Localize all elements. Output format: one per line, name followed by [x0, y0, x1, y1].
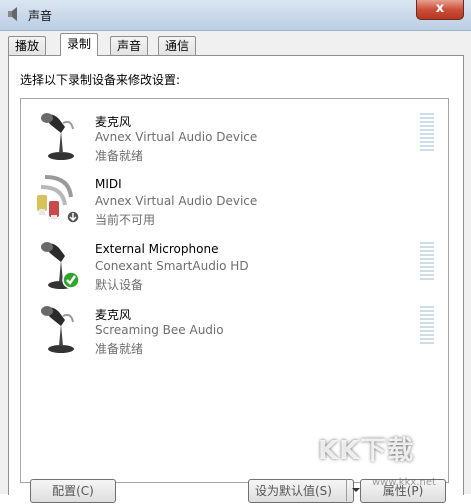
- set-default-button[interactable]: 设为默认值(S): [248, 479, 354, 503]
- window-title: 声音: [28, 9, 53, 23]
- close-button[interactable]: x: [416, 0, 464, 20]
- device-driver: Screaming Bee Audio: [95, 323, 224, 337]
- level-meter: [420, 113, 434, 153]
- microphone-default-icon: [41, 242, 80, 289]
- device-name: 麦克风: [95, 115, 132, 129]
- device-status: 准备就绪: [95, 149, 144, 163]
- dialog-body: 播放 录制 声音 通信 选择以下录制设备来修改设置: 麦克风 Avnex Vir…: [0, 31, 471, 495]
- device-row[interactable]: External Microphone Conexant SmartAudio …: [21, 236, 448, 298]
- level-meter: [420, 306, 434, 346]
- device-status: 默认设备: [95, 278, 144, 292]
- device-name: External Microphone: [95, 242, 219, 256]
- watermark-url: www.kkx.net: [372, 477, 436, 488]
- rca-cable-icon: [37, 175, 80, 224]
- device-row[interactable]: 麦克风 Avnex Virtual Audio Device 准备就绪: [21, 107, 448, 169]
- device-status: 准备就绪: [95, 342, 144, 356]
- device-driver: Conexant SmartAudio HD: [95, 259, 249, 273]
- configure-button[interactable]: 配置(C): [30, 479, 116, 503]
- tab-communications[interactable]: 通信: [158, 36, 197, 55]
- device-name: 麦克风: [95, 308, 132, 322]
- tab-recording[interactable]: 录制: [60, 33, 99, 56]
- title-bar: 声音 x: [0, 0, 471, 31]
- microphone-icon: [41, 113, 74, 160]
- speaker-icon: [8, 7, 17, 21]
- microphone-icon: [41, 306, 74, 353]
- device-row[interactable]: 麦克风 Screaming Bee Audio 准备就绪: [21, 300, 448, 362]
- tab-sounds[interactable]: 声音: [110, 36, 149, 55]
- device-driver: Avnex Virtual Audio Device: [95, 130, 258, 144]
- tab-playback[interactable]: 播放: [8, 36, 47, 55]
- level-meter: [420, 242, 434, 282]
- device-name: MIDI: [95, 177, 122, 191]
- watermark-logo: KK下载: [318, 436, 415, 466]
- device-status: 当前不可用: [95, 213, 156, 227]
- device-row[interactable]: MIDI Avnex Virtual Audio Device 当前不可用: [21, 171, 448, 233]
- instruction-text: 选择以下录制设备来修改设置:: [20, 73, 181, 87]
- recording-device-list[interactable]: 麦克风 Avnex Virtual Audio Device 准备就绪 MIDI…: [20, 98, 449, 483]
- device-driver: Avnex Virtual Audio Device: [95, 194, 258, 208]
